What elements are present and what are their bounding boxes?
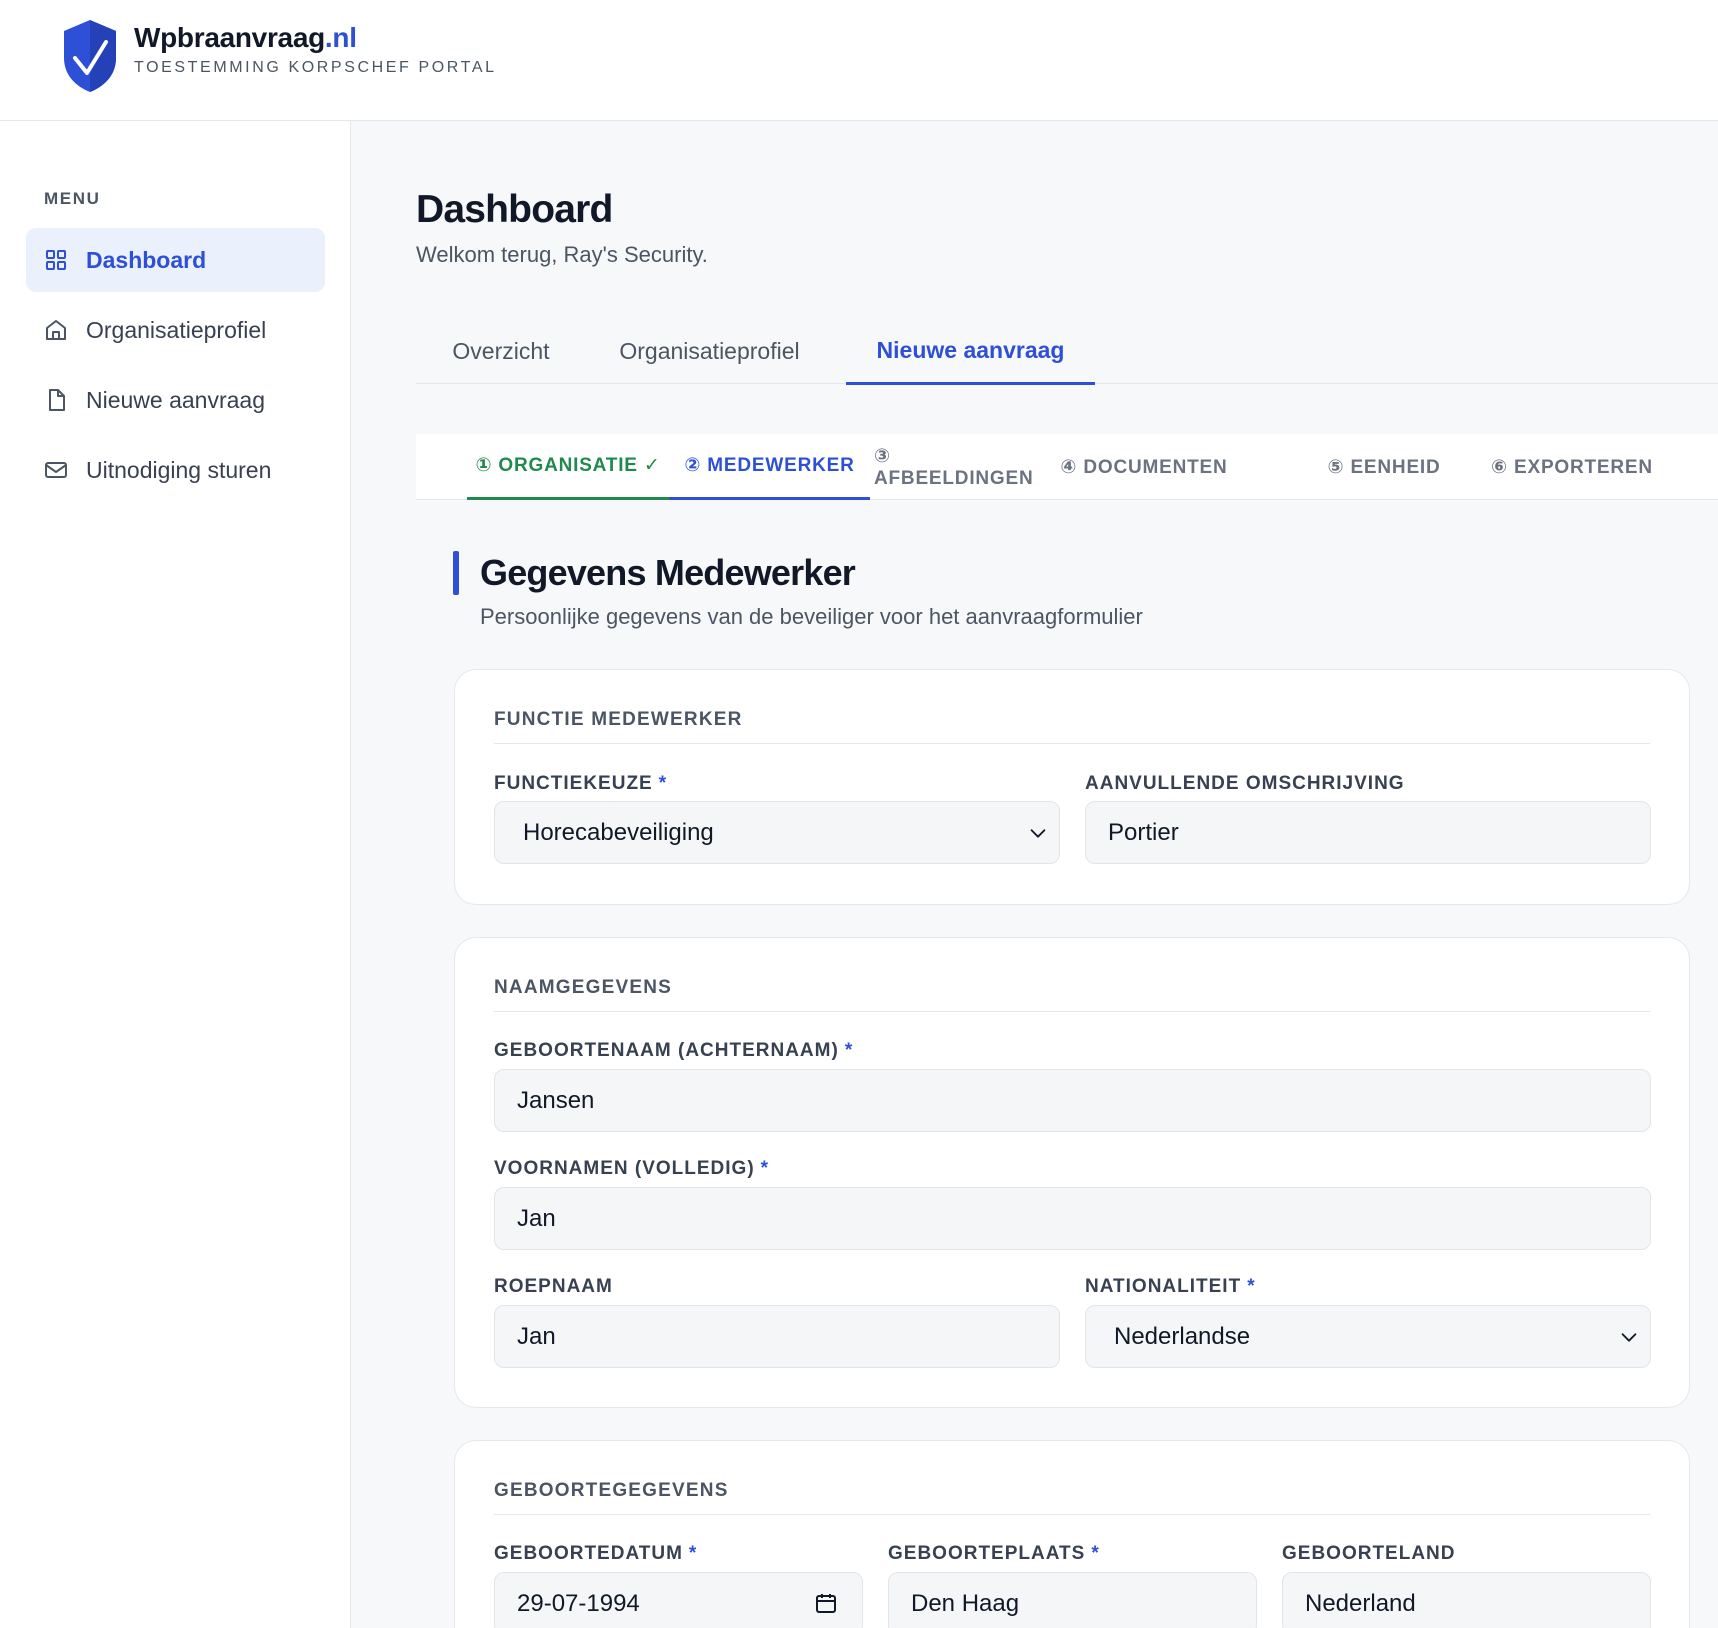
step-exporteren[interactable]: ⑥ EXPORTEREN [1474, 434, 1670, 500]
geboorteplaats-label-text: GEBOORTEPLAATS [888, 1543, 1086, 1564]
sidebar: MENU Dashboard Organisatieprofiel Nieuwe… [0, 121, 351, 1628]
required-marker: * [760, 1158, 770, 1179]
geboortedatum-label-text: GEBOORTEDATUM [494, 1543, 683, 1564]
required-marker: * [1091, 1543, 1100, 1564]
roepnaam-value: Jan [517, 1322, 556, 1350]
step-afbeeldingen[interactable]: ③ AFBEELDINGEN [874, 434, 1054, 500]
mail-icon [44, 458, 68, 482]
voornamen-input[interactable]: Jan [494, 1187, 1651, 1250]
section-subtitle: Persoonlijke gegevens van de beveiliger … [480, 604, 1143, 629]
required-marker: * [844, 1040, 854, 1061]
geboorteland-input[interactable]: Nederland [1282, 1572, 1651, 1628]
card-geboortegegevens: GEBOORTEGEGEVENS GEBOORTEDATUM * 29-07-19… [454, 1440, 1690, 1628]
nationaliteit-label: NATIONALITEIT * [1085, 1276, 1256, 1298]
card-title: NAAMGEGEVENS [494, 977, 673, 998]
tab-overzicht[interactable]: Overzicht [416, 318, 586, 384]
geboorteplaats-value: Den Haag [911, 1589, 1020, 1617]
chevron-down-icon [1030, 829, 1046, 838]
sidebar-item-nieuwe-aanvraag[interactable]: Nieuwe aanvraag [26, 368, 325, 432]
step-organisatie[interactable]: ① ORGANISATIE ✓ [467, 434, 669, 500]
voornamen-label: VOORNAMEN (VOLLEDIG) * [494, 1158, 769, 1180]
required-marker: * [1247, 1276, 1256, 1297]
geboortenaam-input[interactable]: Jansen [494, 1069, 1651, 1132]
omschrijving-input[interactable]: Portier [1085, 801, 1651, 864]
card-title: GEBOORTEGEGEVENS [494, 1480, 729, 1501]
geboortedatum-value: 29-07-1994 [517, 1589, 640, 1617]
page-subtitle: Welkom terug, Ray's Security. [416, 242, 708, 267]
step-medewerker[interactable]: ② MEDEWERKER [669, 434, 870, 500]
card-functie-medewerker: FUNCTIE MEDEWERKER FUNCTIEKEUZE * Horecab… [454, 669, 1690, 905]
step-eenheid[interactable]: ⑤ EENHEID [1294, 434, 1474, 500]
geboortenaam-value: Jansen [517, 1086, 595, 1114]
voornamen-label-text: VOORNAMEN (VOLLEDIG) [494, 1158, 755, 1179]
roepnaam-input[interactable]: Jan [494, 1305, 1060, 1368]
grid-icon [44, 248, 68, 272]
chevron-down-icon [1621, 1333, 1637, 1342]
step-documenten[interactable]: ④ DOCUMENTEN [1054, 434, 1234, 500]
home-icon [44, 318, 68, 342]
wizard-steps: ① ORGANISATIE ✓ ② MEDEWERKER ③ AFBEELDIN… [416, 434, 1718, 500]
geboortenaam-label: GEBOORTENAAM (ACHTERNAAM) * [494, 1040, 853, 1062]
section-title: Gegevens Medewerker [480, 552, 856, 593]
page-title: Dashboard [416, 188, 613, 231]
sidebar-item-dashboard[interactable]: Dashboard [26, 228, 325, 292]
omschrijving-label: AANVULLENDE OMSCHRIJVING [1085, 773, 1405, 794]
geboortedatum-input[interactable]: 29-07-1994 [494, 1572, 863, 1628]
voornamen-value: Jan [517, 1204, 556, 1232]
section-accent-bar [453, 551, 459, 595]
brand-subtitle: TOESTEMMING KORPSCHEF PORTAL [134, 59, 497, 76]
shield-check-logo-icon[interactable] [60, 18, 120, 94]
geboorteland-label: GEBOORTELAND [1282, 1543, 1456, 1564]
brand-name-tld: .nl [324, 22, 357, 53]
geboorteplaats-input[interactable]: Den Haag [888, 1572, 1257, 1628]
omschrijving-value: Portier [1108, 818, 1179, 846]
divider [494, 743, 1650, 744]
brand-name-main: Wpbraanvraag [134, 22, 325, 53]
sidebar-item-organisatieprofiel[interactable]: Organisatieprofiel [26, 298, 325, 362]
nationaliteit-select[interactable]: Nederlandse [1085, 1305, 1651, 1368]
top-header: Wpbraanvraag.nl TOESTEMMING KORPSCHEF PO… [0, 0, 1718, 121]
main-tabs: Overzicht Organisatieprofiel Nieuwe aanv… [416, 318, 1718, 385]
functiekeuze-label: FUNCTIEKEUZE * [494, 773, 667, 795]
sidebar-item-uitnodiging-sturen[interactable]: Uitnodiging sturen [26, 438, 325, 502]
file-icon [44, 388, 68, 412]
sidebar-item-label: Organisatieprofiel [86, 316, 267, 343]
tab-nieuwe-aanvraag[interactable]: Nieuwe aanvraag [846, 318, 1095, 385]
sidebar-item-label: Dashboard [86, 246, 207, 273]
nationaliteit-label-text: NATIONALITEIT [1085, 1276, 1242, 1297]
required-marker: * [658, 773, 668, 794]
sidebar-item-label: Nieuwe aanvraag [86, 386, 266, 413]
roepnaam-label: ROEPNAAM [494, 1276, 613, 1297]
functiekeuze-label-text: FUNCTIEKEUZE [494, 773, 653, 794]
divider [494, 1514, 1650, 1515]
divider [494, 1011, 1650, 1012]
required-marker: * [688, 1543, 698, 1564]
sidebar-menu-label: MENU [44, 189, 101, 208]
card-title: FUNCTIE MEDEWERKER [494, 709, 743, 730]
sidebar-item-label: Uitnodiging sturen [86, 456, 272, 483]
nationaliteit-value: Nederlandse [1114, 1322, 1251, 1350]
geboorteplaats-label: GEBOORTEPLAATS * [888, 1543, 1100, 1565]
brand-name[interactable]: Wpbraanvraag.nl [134, 22, 357, 54]
functiekeuze-value: Horecabeveiliging [523, 818, 714, 846]
geboortedatum-label: GEBOORTEDATUM * [494, 1543, 697, 1565]
geboorteland-value: Nederland [1305, 1589, 1416, 1617]
functiekeuze-select[interactable]: Horecabeveiliging [494, 801, 1060, 864]
card-naamgegevens: NAAMGEGEVENS GEBOORTENAAM (ACHTERNAAM) * … [454, 937, 1690, 1408]
geboortenaam-label-text: GEBOORTENAAM (ACHTERNAAM) [494, 1040, 839, 1061]
tab-organisatieprofiel[interactable]: Organisatieprofiel [586, 318, 833, 384]
calendar-icon[interactable] [814, 1591, 838, 1615]
